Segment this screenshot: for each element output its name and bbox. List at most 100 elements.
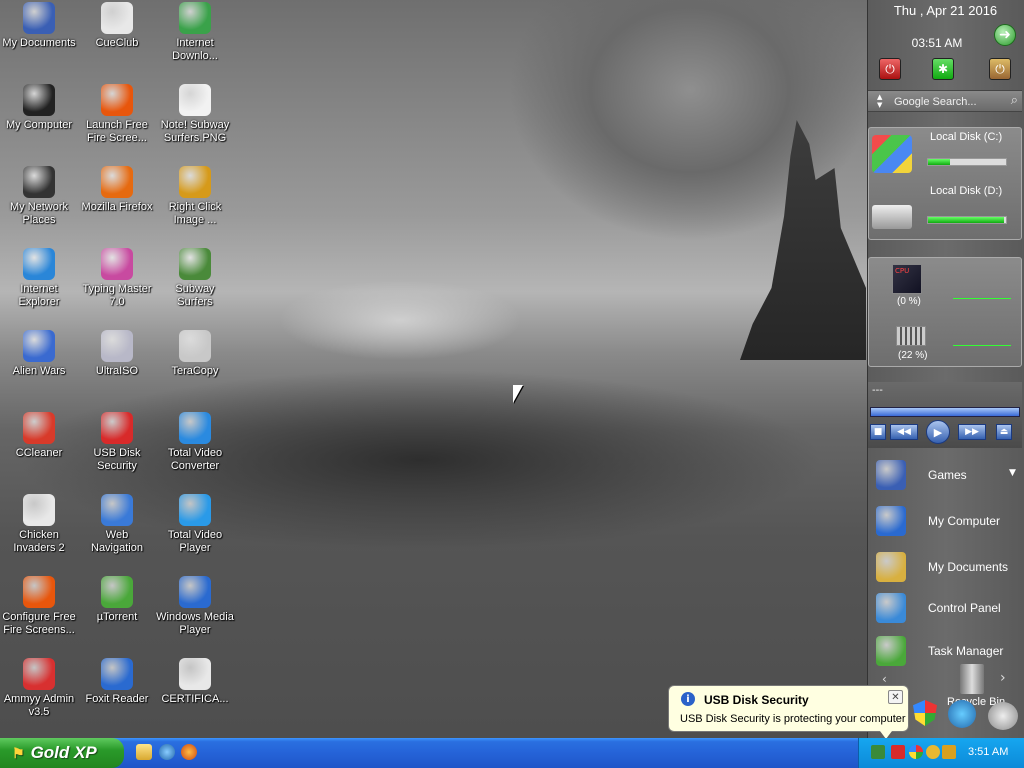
google-search-input[interactable] <box>894 94 1004 110</box>
desktop-icon-label: Configure Free Fire Screens... <box>2 611 76 636</box>
usb-disk-security-icon <box>101 412 133 444</box>
launcher-item[interactable]: Games <box>876 457 1022 493</box>
sidebar-date: Thu , Apr 21 2016 <box>893 3 998 18</box>
internet-download-manager-icon <box>179 2 211 34</box>
right-click-image-icon <box>179 166 211 198</box>
media-progress-bar[interactable] <box>870 407 1020 417</box>
desktop-icon[interactable]: Right Click Image ... <box>156 166 234 227</box>
desktop-icon-label: CERTIFICA... <box>161 693 229 705</box>
drive-icon[interactable] <box>872 205 912 229</box>
launcher-item[interactable]: My Computer <box>876 503 1022 539</box>
desktop-icon[interactable]: Windows Media Player <box>156 576 234 637</box>
desktop-icon[interactable]: Web Navigation <box>78 494 156 555</box>
wallpaper-rock-spire <box>740 120 866 360</box>
play-icon[interactable]: ▶ <box>926 420 950 444</box>
desktop-icon-label: Total Video Player <box>167 529 223 554</box>
launcher-item[interactable]: My Documents <box>876 549 1022 585</box>
recycle-bin-icon[interactable] <box>960 664 984 694</box>
launcher-label: My Computer <box>928 514 1001 528</box>
desktop-icon[interactable]: My Network Places <box>0 166 78 227</box>
desktop-icon-label: My Computer <box>5 119 73 131</box>
desktop-icon[interactable]: Ammyy Admin v3.5 <box>0 658 78 719</box>
desktop-icon-label: Windows Media Player <box>156 611 234 636</box>
restart-icon[interactable]: ✱ <box>932 58 954 80</box>
desktop-icon-label: CCleaner <box>15 447 63 459</box>
logoff-icon[interactable]: ⏻ <box>989 58 1011 80</box>
desktop-icon[interactable]: Chicken Invaders 2 <box>0 494 78 555</box>
desktop-icon[interactable]: Note! Subway Surfers.PNG <box>156 84 234 145</box>
previous-icon[interactable]: ◀◀ <box>890 424 918 440</box>
desktop-icon-label: My Network Places <box>9 201 69 226</box>
desktop-icon[interactable]: Alien Wars <box>0 330 78 378</box>
chicken-invaders-icon <box>23 494 55 526</box>
desktop-icon[interactable]: CCleaner <box>0 412 78 460</box>
windows-drive-icon[interactable] <box>872 135 912 173</box>
desktop-icon[interactable]: My Documents <box>0 2 78 50</box>
launcher-item[interactable]: Control Panel <box>876 590 1022 626</box>
tray-alert-icon[interactable] <box>926 745 940 759</box>
speaker-icon[interactable] <box>988 702 1018 730</box>
close-icon[interactable]: ✕ <box>888 690 903 704</box>
desktop-icon[interactable]: Launch Free Fire Scree... <box>78 84 156 145</box>
desktop-icon[interactable]: CueClub <box>78 2 156 50</box>
next-icon[interactable]: ▶▶ <box>958 424 986 440</box>
media-title: --- <box>872 385 883 396</box>
games-folder-icon <box>876 460 906 490</box>
desktop-icon[interactable]: TeraCopy <box>156 330 234 378</box>
tray-usb-security-icon[interactable] <box>891 745 905 759</box>
quicklaunch-folder-icon[interactable] <box>136 744 152 760</box>
tray-tool-icon[interactable] <box>942 745 956 759</box>
ammyy-admin-icon <box>23 658 55 690</box>
start-label: Gold XP <box>30 743 97 762</box>
windows-media-player-icon <box>179 576 211 608</box>
desktop-icon[interactable]: Internet Downlo... <box>156 2 234 63</box>
desktop-icon-label: Ammyy Admin v3.5 <box>3 693 75 718</box>
total-video-player-icon <box>179 494 211 526</box>
desktop-icon-label: Chicken Invaders 2 <box>13 529 65 554</box>
desktop-icon-label: My Documents <box>2 37 76 49</box>
desktop-icon[interactable]: µTorrent <box>78 576 156 624</box>
desktop-icon-label: Internet Downlo... <box>172 37 218 62</box>
desktop-icon[interactable]: Typing Master 7.0 <box>78 248 156 309</box>
my-documents-icon <box>23 2 55 34</box>
quicklaunch-ie-icon[interactable] <box>159 744 175 760</box>
desktop-icon[interactable]: Subway Surfers <box>156 248 234 309</box>
desktop-icon[interactable]: Configure Free Fire Screens... <box>0 576 78 637</box>
games-dropdown-icon[interactable]: ▼ <box>1009 468 1016 478</box>
desktop-icon[interactable]: Internet Explorer <box>0 248 78 309</box>
mouse-cursor-icon <box>513 385 523 403</box>
usb-security-notification[interactable]: i USB Disk Security USB Disk Security is… <box>668 685 909 732</box>
start-button[interactable]: ⚑ Gold XP <box>0 738 124 768</box>
network-globe-icon[interactable] <box>948 700 976 728</box>
desktop-icon[interactable]: Total Video Converter <box>156 412 234 473</box>
desktop-icon[interactable]: CERTIFICA... <box>156 658 234 706</box>
eject-icon[interactable]: ⏏ <box>996 424 1012 440</box>
search-icon[interactable]: ⌕ <box>1011 93 1018 108</box>
info-icon: i <box>681 692 695 706</box>
desktop-icon-label: Foxit Reader <box>85 693 149 705</box>
desktop-icon[interactable]: Total Video Player <box>156 494 234 555</box>
launcher-item[interactable]: Task Manager <box>876 633 1022 669</box>
desktop-icon[interactable]: Mozilla Firefox <box>78 166 156 214</box>
my-documents-folder-icon <box>876 552 906 582</box>
search-scroll-arrows-icon[interactable]: ▲ ▼ <box>877 93 882 109</box>
scroll-right-icon[interactable]: › <box>1000 670 1006 686</box>
png-file-icon <box>179 84 211 116</box>
control-panel-icon <box>876 593 906 623</box>
desktop-icon[interactable]: Foxit Reader <box>78 658 156 706</box>
quicklaunch-firefox-icon[interactable] <box>181 744 197 760</box>
web-navigation-icon <box>101 494 133 526</box>
pdf-file-icon <box>179 658 211 690</box>
scroll-left-icon[interactable]: ‹ <box>882 672 887 686</box>
desktop-icon[interactable]: UltraISO <box>78 330 156 378</box>
sidebar-time: 03:51 AM <box>911 36 963 50</box>
tray-security-icon[interactable] <box>909 745 923 759</box>
go-arrow-icon[interactable]: ➜ <box>994 24 1016 46</box>
stop-icon[interactable]: ■ <box>870 424 886 440</box>
desktop-icon[interactable]: My Computer <box>0 84 78 132</box>
launcher-label: Games <box>928 468 967 482</box>
tray-network-icon[interactable] <box>871 745 885 759</box>
shutdown-icon[interactable]: ⏻ <box>879 58 901 80</box>
disk-d-fill <box>928 217 1004 223</box>
desktop-icon[interactable]: USB Disk Security <box>78 412 156 473</box>
